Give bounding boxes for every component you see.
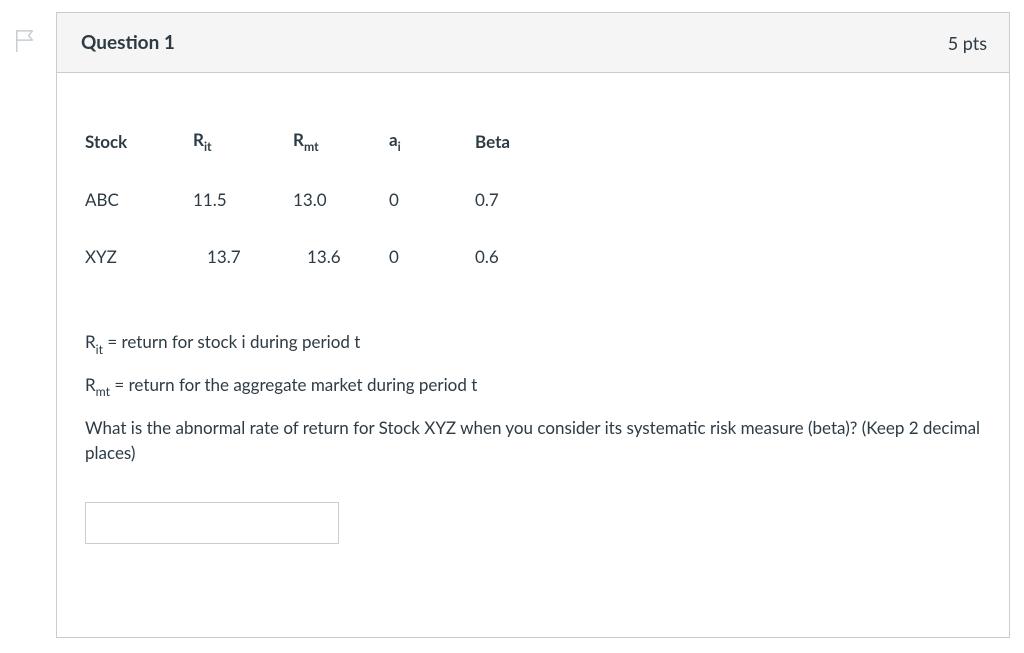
col-header-ai: ai xyxy=(389,129,475,189)
explanation-block: Rit = return for stock i during period t… xyxy=(85,329,981,465)
cell-rit: 11.5 xyxy=(193,189,293,246)
question-points: 5 pts xyxy=(948,32,987,54)
table-row: ABC 11.5 13.0 0 0.7 xyxy=(85,189,555,246)
table-row: XYZ 13.7 13.6 0 0.6 xyxy=(85,246,555,267)
cell-beta: 0.7 xyxy=(475,189,555,246)
cell-beta: 0.6 xyxy=(475,246,555,267)
question-title: Question 1 xyxy=(81,31,175,54)
cell-stock: ABC xyxy=(85,189,193,246)
cell-ai: 0 xyxy=(389,189,475,246)
data-table: Stock Rit Rmt ai Beta ABC 11.5 xyxy=(85,129,555,267)
question-header: Question 1 5 pts xyxy=(57,13,1009,73)
question-prompt: What is the abnormal rate of return for … xyxy=(85,415,981,466)
cell-ai: 0 xyxy=(389,246,475,267)
flag-icon[interactable] xyxy=(14,28,36,54)
cell-rmt: 13.6 xyxy=(293,246,389,267)
cell-rmt: 13.0 xyxy=(293,189,389,246)
col-header-stock: Stock xyxy=(85,129,193,189)
col-header-rit: Rit xyxy=(193,129,293,189)
question-body: Stock Rit Rmt ai Beta ABC 11.5 xyxy=(57,73,1009,572)
question-card: Question 1 5 pts Stock Rit Rmt ai Beta xyxy=(56,12,1010,638)
col-header-rmt: Rmt xyxy=(293,129,389,189)
cell-rit: 13.7 xyxy=(193,246,293,267)
answer-input[interactable] xyxy=(85,502,339,544)
definition-rit: Rit = return for stock i during period t xyxy=(85,329,981,358)
cell-stock: XYZ xyxy=(85,246,193,267)
definition-rmt: Rmt = return for the aggregate market du… xyxy=(85,372,981,401)
col-header-beta: Beta xyxy=(475,129,555,189)
